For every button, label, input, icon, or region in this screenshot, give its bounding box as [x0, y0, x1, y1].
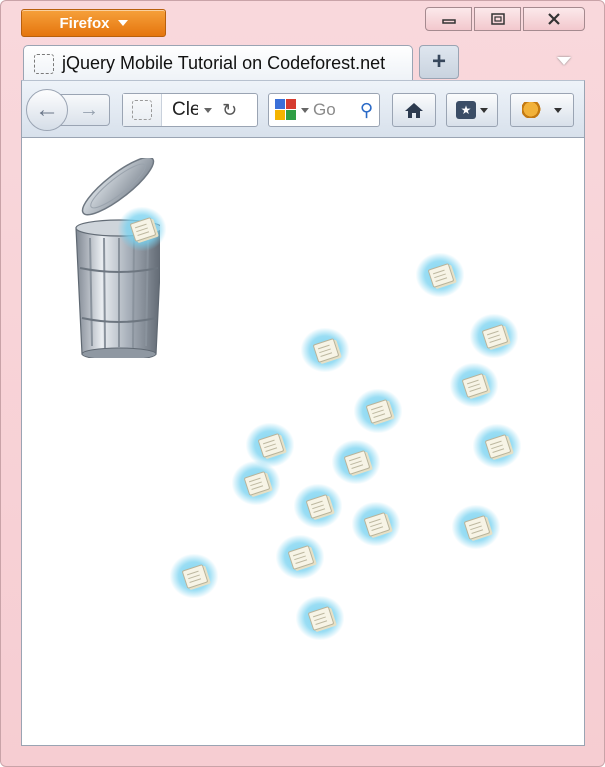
search-input[interactable]: Go: [313, 100, 336, 120]
back-forward-group: ← →: [26, 88, 132, 132]
draggable-paper-tile[interactable]: [452, 505, 500, 549]
draggable-paper-tile[interactable]: [294, 484, 342, 528]
trash-can-icon[interactable]: [70, 158, 160, 358]
draggable-paper-tile[interactable]: [450, 363, 498, 407]
page-content: [21, 138, 585, 746]
navigation-toolbar: ← → Cle ↻ Go ⚲ ★: [21, 80, 585, 138]
search-bar[interactable]: Go ⚲: [268, 93, 380, 127]
browser-window: Firefox jQuery Mobile Tutorial on Codefo…: [0, 0, 605, 767]
maximize-icon: [490, 13, 505, 25]
home-button[interactable]: [392, 93, 436, 127]
search-engine-dropdown-icon[interactable]: [301, 107, 309, 113]
firefox-menu-label: Firefox: [59, 14, 110, 32]
draggable-paper-tile[interactable]: [296, 596, 344, 640]
draggable-paper-tile[interactable]: [470, 314, 518, 358]
minimize-button[interactable]: [425, 7, 472, 31]
close-window-button[interactable]: [523, 7, 585, 31]
bookmarks-button[interactable]: ★: [446, 93, 498, 127]
bookmark-star-icon: ★: [456, 101, 476, 119]
back-button[interactable]: ←: [26, 89, 68, 131]
draggable-paper-tile[interactable]: [232, 461, 280, 505]
firebug-button[interactable]: [510, 93, 574, 127]
draggable-paper-tile[interactable]: [473, 424, 521, 468]
site-favicon-icon: [132, 100, 152, 120]
tab-active[interactable]: jQuery Mobile Tutorial on Codeforest.net: [23, 45, 413, 81]
google-engine-icon[interactable]: [275, 99, 297, 121]
forward-arrow-icon: →: [79, 98, 99, 121]
chevron-down-icon: [480, 107, 488, 113]
tab-title: jQuery Mobile Tutorial on Codeforest.net: [62, 53, 386, 73]
firefox-menu-button[interactable]: Firefox: [21, 9, 166, 37]
draggable-paper-tile[interactable]: [354, 389, 402, 433]
url-input[interactable]: Cle: [162, 99, 198, 121]
new-tab-button[interactable]: +: [419, 45, 459, 79]
window-controls: [425, 7, 585, 31]
chevron-down-icon: [117, 20, 128, 26]
site-identity-button[interactable]: [123, 94, 162, 126]
page-favicon-icon: [34, 53, 54, 74]
url-bar[interactable]: Cle ↻: [122, 93, 258, 127]
close-icon: [548, 13, 560, 25]
url-history-dropdown-icon[interactable]: [204, 107, 212, 113]
draggable-paper-tile[interactable]: [352, 502, 400, 546]
draggable-paper-tile[interactable]: [301, 328, 349, 372]
chevron-down-icon[interactable]: [554, 107, 562, 113]
search-icon[interactable]: ⚲: [360, 100, 373, 121]
plus-icon: +: [431, 48, 446, 75]
list-all-tabs-icon[interactable]: [557, 57, 571, 65]
back-arrow-icon: ←: [35, 96, 59, 123]
draggable-paper-tile[interactable]: [276, 535, 324, 579]
draggable-paper-tile[interactable]: [246, 423, 294, 467]
draggable-paper-tile[interactable]: [416, 253, 464, 297]
reload-icon[interactable]: ↻: [222, 100, 237, 121]
draggable-paper-tile[interactable]: [118, 207, 166, 251]
home-icon: [405, 103, 423, 118]
draggable-paper-tile[interactable]: [170, 554, 218, 598]
firebug-icon: [522, 102, 544, 118]
draggable-paper-tile[interactable]: [332, 440, 380, 484]
minimize-icon: [441, 19, 456, 24]
maximize-button[interactable]: [474, 7, 521, 31]
